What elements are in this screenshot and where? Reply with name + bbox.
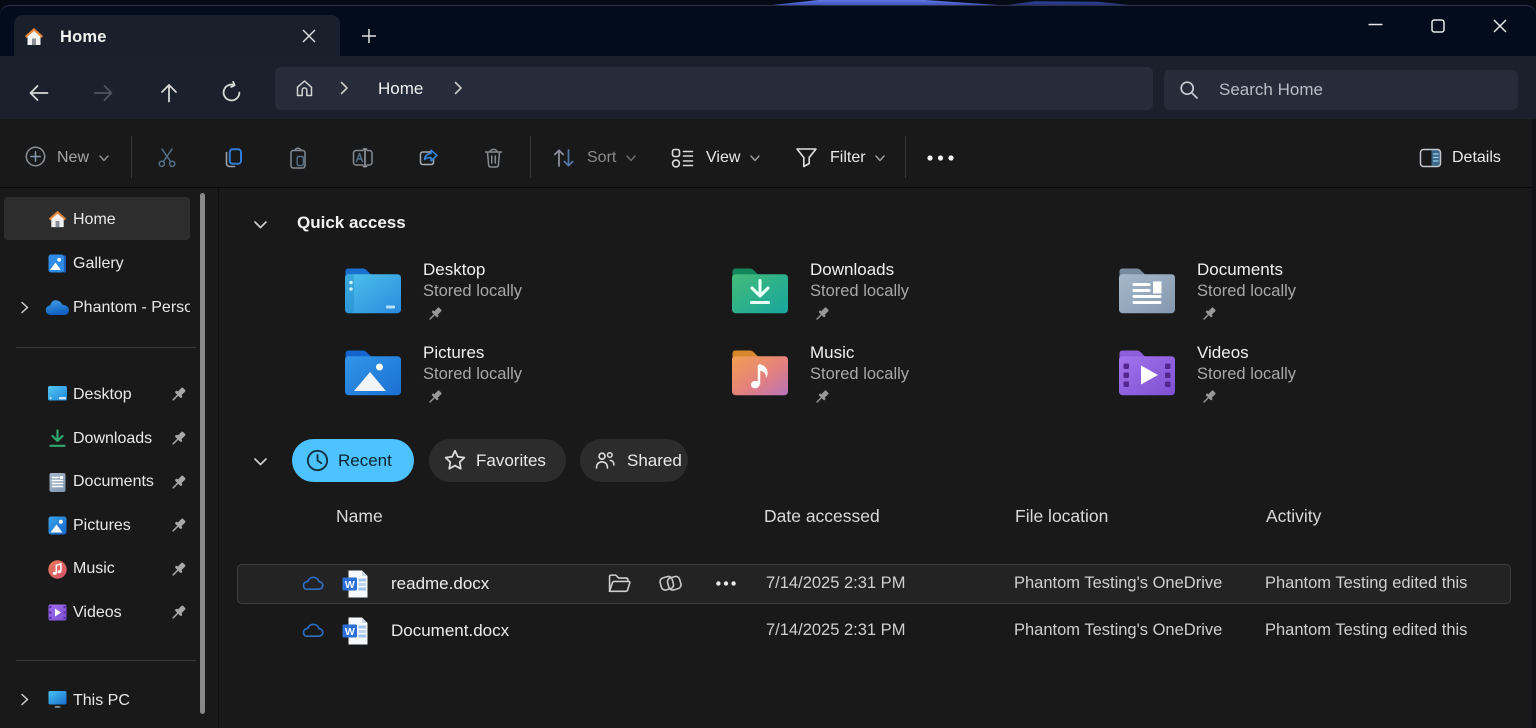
svg-text:W: W (345, 579, 355, 591)
svg-text:W: W (345, 626, 355, 638)
